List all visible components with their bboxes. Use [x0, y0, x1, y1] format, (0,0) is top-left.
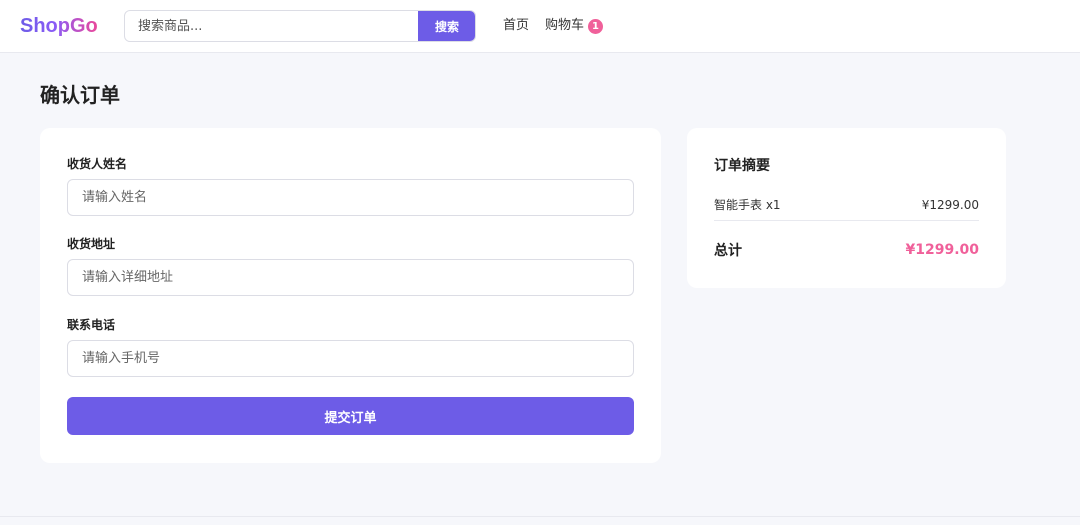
shipping-form-card: 收货人姓名 收货地址 联系电话 提交订单 [40, 128, 661, 463]
shipping-address-input[interactable] [67, 259, 634, 296]
submit-order-button[interactable]: 提交订单 [67, 397, 634, 435]
phone-input[interactable] [67, 340, 634, 377]
search-button[interactable]: 搜索 [418, 11, 475, 41]
recipient-name-label: 收货人姓名 [67, 157, 128, 171]
phone-label: 联系电话 [67, 318, 116, 332]
search-bar: 搜索 [124, 10, 476, 42]
summary-item-name: 智能手表 x1 [714, 198, 781, 212]
nav-home-link[interactable]: 首页 [503, 17, 529, 35]
summary-total-label: 总计 [714, 243, 742, 259]
page-title: 确认订单 [40, 83, 120, 107]
shopgo-logo[interactable]: ShopGo [20, 14, 98, 38]
top-header: ShopGo 搜索 首页 购物车 1 [0, 0, 1080, 53]
nav-cart-link[interactable]: 购物车 [545, 17, 584, 35]
footer-divider [0, 516, 1080, 517]
order-summary-card: 订单摘要 智能手表 x1 ¥1299.00 总计 ¥1299.00 [687, 128, 1006, 288]
shipping-address-label: 收货地址 [67, 237, 116, 251]
summary-divider [714, 220, 979, 221]
order-summary-title: 订单摘要 [714, 158, 770, 174]
summary-item-price: ¥1299.00 [921, 198, 979, 212]
search-input[interactable] [125, 11, 419, 41]
summary-total-value: ¥1299.00 [905, 242, 979, 258]
cart-count-badge: 1 [588, 19, 603, 34]
recipient-name-input[interactable] [67, 179, 634, 216]
